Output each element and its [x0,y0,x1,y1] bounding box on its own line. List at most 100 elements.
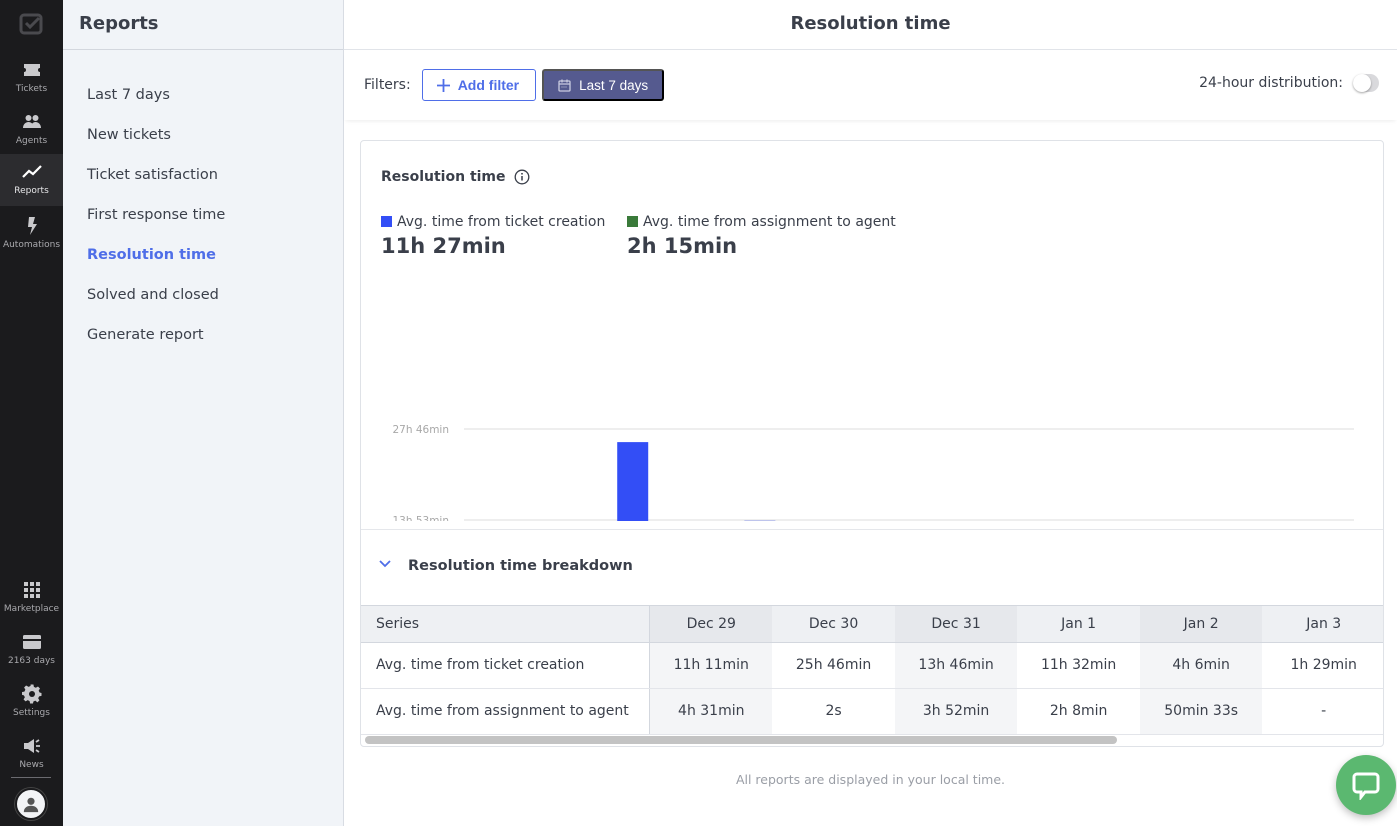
gear-icon [21,684,41,704]
legend-total: 11h 27min [381,234,506,258]
legend-swatch [627,216,638,227]
legend-ticket-creation: Avg. time from ticket creation 11h 27min [381,214,605,258]
rail-item-label: Reports [14,186,49,196]
table-cell: 11h 11min [649,642,773,689]
rail-item-reports[interactable]: Reports [0,154,63,206]
table-cell: 2s [772,688,895,735]
breakdown-title: Resolution time breakdown [408,558,633,574]
nav-item-solved-and-closed[interactable]: Solved and closed [63,284,343,324]
card-icon [22,635,41,649]
bar-ticket-creation [617,442,649,521]
y-tick-label: 27h 46min [392,424,449,436]
reports-nav: Reports Last 7 days New tickets Ticket s… [63,0,344,826]
y-tick-label: 13h 53min [392,515,449,521]
agents-icon [22,115,41,128]
table-cell: 25h 46min [772,642,895,689]
ticket-icon [23,64,40,76]
info-icon[interactable] [514,169,530,185]
rail-item-tickets[interactable]: Tickets [0,52,63,104]
legend-total: 2h 15min [627,234,738,258]
date-header: Dec 31 [894,606,1018,643]
legend-label: Avg. time from assignment to agent [643,214,896,230]
filters-label: Filters: [364,77,411,93]
card-title: Resolution time [381,169,530,185]
rail-item-label: Agents [15,136,48,146]
reports-icon [21,165,42,178]
resolution-time-card: Resolution time Avg. time from ticket cr… [360,140,1384,747]
app: Tickets Agents Reports Automations Marke… [0,0,1397,826]
table-row: Avg. time from ticket creation 11h 11min… [361,642,1383,689]
table-cell: 2h 8min [1017,688,1140,735]
breakdown-header[interactable]: Resolution time breakdown [361,529,1383,605]
rail-item-label: Settings [13,708,50,718]
rail-item-automations[interactable]: Automations [0,208,63,260]
local-time-note: All reports are displayed in your local … [735,772,1006,787]
rail-item-news[interactable]: News [0,728,63,780]
rail-item-label: News [19,760,44,770]
table-cell: 11h 32min [1017,642,1140,689]
rail-item-settings[interactable]: Settings [0,676,63,728]
nav-item-new-tickets[interactable]: New tickets [63,124,343,164]
toggle-knob [1353,74,1371,92]
table-row: Avg. time from assignment to agent 4h 31… [361,688,1383,735]
user-icon [23,797,39,813]
rail-divider [11,777,51,778]
megaphone-icon [23,739,40,753]
filter-bar: Filters: Add filter Last 7 days 24-hour … [344,50,1397,120]
date-range-label: Last 7 days [579,77,649,93]
date-header: Jan 2 [1139,606,1263,643]
table-cell: 4h 6min [1139,642,1263,689]
rail-item-label: Automations [2,240,61,250]
chat-button[interactable] [1336,755,1396,815]
table-cell: 50min 33s [1139,688,1263,735]
bolt-icon [27,217,37,235]
series-header: Series [361,606,651,643]
date-header: Jan 3 [1262,606,1383,643]
date-header: Dec 29 [649,606,773,643]
legend-swatch [381,216,392,227]
chat-bubble-icon [1352,772,1380,800]
main-content: Resolution time Filters: Add filter Last… [344,0,1397,826]
table-header-row: Series Dec 29 Dec 30 Dec 31 Jan 1 Jan 2 … [361,606,1383,643]
series-name: Avg. time from ticket creation [361,642,651,689]
calendar-icon [558,79,571,92]
distribution-label: 24-hour distribution: [1199,75,1343,91]
add-filter-label: Add filter [457,77,520,93]
nav-item-last-7-days[interactable]: Last 7 days [63,84,343,124]
distribution-toggle[interactable] [1353,74,1379,92]
rail-item-agents[interactable]: Agents [0,104,63,156]
horizontal-scrollbar[interactable] [365,736,1117,744]
nav-item-ticket-satisfaction[interactable]: Ticket satisfaction [63,164,343,204]
table-cell: 1h 29min [1262,642,1383,689]
resolution-time-chart: 0s13h 53min27h 46minDec 29Dec 30Dec 31Ja… [392,424,1354,521]
date-header: Jan 1 [1017,606,1140,643]
breakdown-table-wrap: Series Dec 29 Dec 30 Dec 31 Jan 1 Jan 2 … [361,605,1383,746]
table-cell: 13h 46min [894,642,1018,689]
user-avatar[interactable] [15,788,47,820]
breakdown-table: Series Dec 29 Dec 30 Dec 31 Jan 1 Jan 2 … [361,606,1383,735]
nav-item-generate-report[interactable]: Generate report [63,324,343,364]
page-title: Resolution time [344,0,1397,50]
rail-item-label: Tickets [15,84,48,94]
date-header: Dec 30 [772,606,895,643]
grid-icon [23,582,40,598]
rail-item-label: Marketplace [3,604,60,614]
chevron-down-icon[interactable] [379,560,391,568]
table-cell: 3h 52min [894,688,1018,735]
table-cell: - [1262,688,1383,735]
legend-label: Avg. time from ticket creation [397,214,606,230]
distribution-toggle-group: 24-hour distribution: [1199,74,1379,92]
logo-icon[interactable] [19,12,43,36]
icon-rail: Tickets Agents Reports Automations Marke… [0,0,63,826]
series-name: Avg. time from assignment to agent [361,688,651,735]
date-range-button[interactable]: Last 7 days [542,69,665,101]
nav-item-first-response-time[interactable]: First response time [63,204,343,244]
reports-nav-title: Reports [63,0,343,50]
rail-item-label: 2163 days [7,656,55,666]
nav-item-resolution-time[interactable]: Resolution time [63,244,343,284]
add-filter-button[interactable]: Add filter [421,69,537,101]
rail-item-marketplace[interactable]: Marketplace [0,572,63,624]
table-cell: 4h 31min [649,688,773,735]
card-title-text: Resolution time [381,169,506,185]
rail-item-subscription[interactable]: 2163 days [0,624,63,676]
